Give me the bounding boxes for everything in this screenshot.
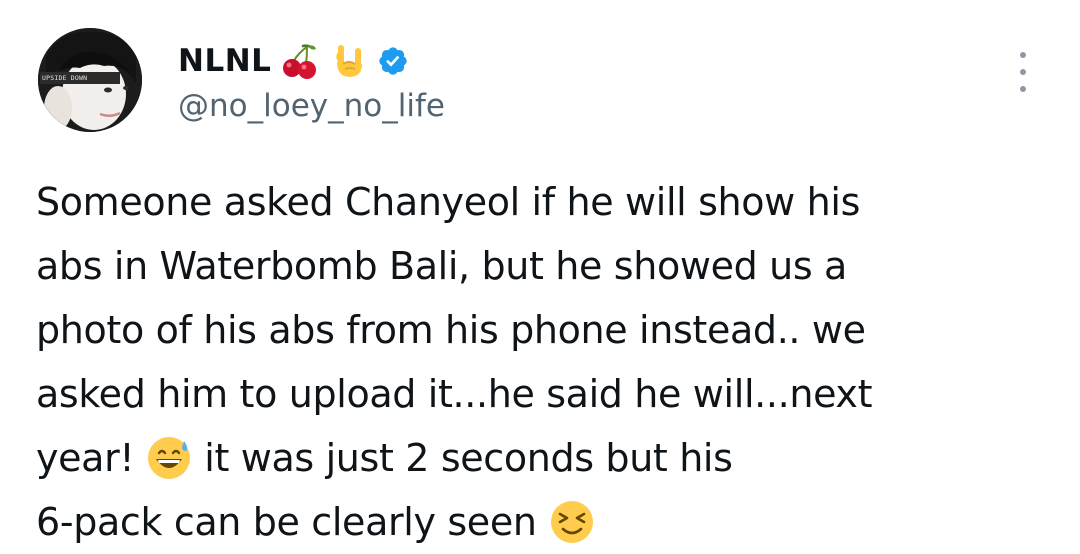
- author-name-row: NLNL: [178, 38, 409, 84]
- tweet-line: asked him to upload it...he said he will…: [36, 372, 873, 416]
- more-vertical-icon-dot: [1020, 52, 1026, 58]
- cherry-icon: [283, 44, 317, 79]
- squinting-face-icon: [550, 501, 593, 543]
- verified-badge-icon[interactable]: [377, 45, 409, 77]
- author-display-name[interactable]: NLNL: [178, 45, 271, 77]
- avatar-headband-text: UPSIDE DOWN: [42, 74, 88, 82]
- tweet-line: abs in Waterbomb Bali, but he showed us …: [36, 244, 847, 288]
- avatar[interactable]: UPSIDE DOWN: [38, 28, 142, 132]
- grinning-sweat-icon: [148, 437, 191, 479]
- rock-on-hand-icon: [336, 45, 363, 77]
- tweet-line: year! it was just 2 seconds but his: [36, 426, 1056, 490]
- tweet-text-segment: year!: [36, 436, 135, 480]
- more-options-button[interactable]: [1008, 52, 1038, 92]
- tweet-line: Someone asked Chanyeol if he will show h…: [36, 180, 861, 224]
- tweet-header: UPSIDE DOWN NLNL @no_loey_no_life: [0, 0, 1080, 160]
- tweet-text-segment: it was just 2 seconds but his: [204, 436, 733, 480]
- tweet-text-segment: 6-pack can be clearly seen: [36, 500, 537, 544]
- author-handle[interactable]: @no_loey_no_life: [178, 89, 445, 123]
- more-vertical-icon-dot: [1020, 69, 1026, 75]
- tweet-line: 6-pack can be clearly seen: [36, 490, 1056, 554]
- more-vertical-icon-dot: [1020, 86, 1026, 92]
- tweet-text: Someone asked Chanyeol if he will show h…: [36, 170, 1056, 554]
- tweet-line: photo of his abs from his phone instead.…: [36, 308, 866, 352]
